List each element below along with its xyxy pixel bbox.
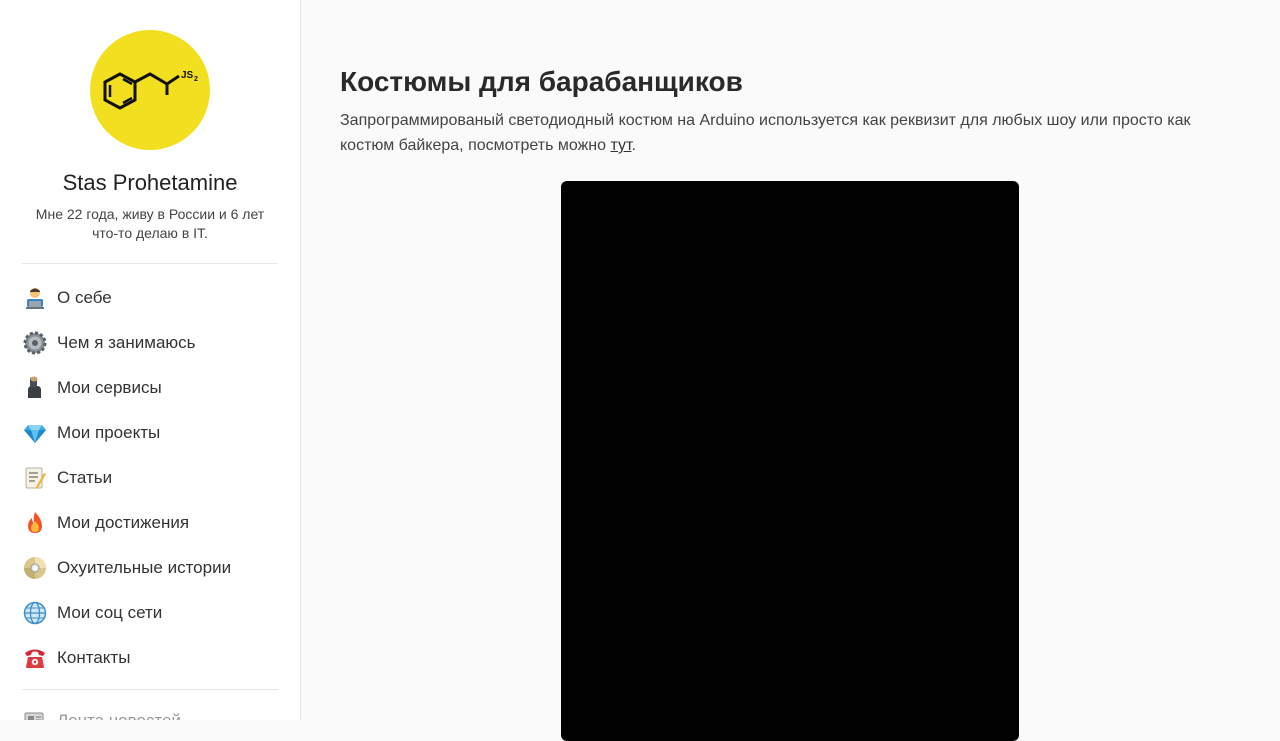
sidebar-nav: О себе Чем я занимаюсь Мои сервисы Мои п… <box>0 275 300 680</box>
flexed-biceps-icon <box>22 375 48 401</box>
sidebar-item-services[interactable]: Мои сервисы <box>0 365 300 410</box>
page-title: Костюмы для барабанщиков <box>340 66 743 97</box>
sidebar-item-news[interactable]: Лента новостей <box>0 698 300 720</box>
telephone-icon <box>22 645 48 671</box>
sidebar-item-label: Мои достижения <box>57 512 190 532</box>
js-molecule-logo-icon: JS 2 <box>103 70 198 110</box>
main-content: Костюмы для барабанщиков Запрограммирова… <box>340 60 1240 741</box>
description-text: Запрограммированый светодиодный костюм н… <box>340 112 1191 154</box>
sidebar-item-label: Мои проекты <box>57 422 161 442</box>
sidebar-item-contacts[interactable]: Контакты <box>0 635 300 680</box>
gear-icon <box>22 330 48 356</box>
sidebar-divider <box>22 689 278 690</box>
sidebar-item-label: Лента новостей <box>57 710 181 721</box>
sidebar-item-label: Чем я занимаюсь <box>57 332 196 352</box>
video-player[interactable] <box>561 181 1019 741</box>
sidebar-item-stories[interactable]: Охуительные истории <box>0 545 300 590</box>
sidebar: JS 2 Stas Prohetamine Мне 22 года, живу … <box>0 0 301 720</box>
sidebar-item-articles[interactable]: Статьи <box>0 455 300 500</box>
technologist-icon <box>22 285 48 311</box>
project-description: Запрограммированый светодиодный костюм н… <box>340 108 1210 158</box>
description-trailing: . <box>631 137 636 154</box>
sidebar-item-label: О себе <box>57 287 112 307</box>
sidebar-item-about[interactable]: О себе <box>0 275 300 320</box>
sidebar-item-socials[interactable]: Мои соц сети <box>0 590 300 635</box>
sidebar-item-label: Охуительные истории <box>57 557 232 577</box>
svg-text:JS: JS <box>181 70 194 81</box>
view-link[interactable]: тут <box>610 137 631 154</box>
globe-icon <box>22 600 48 626</box>
sidebar-item-achievements[interactable]: Мои достижения <box>0 500 300 545</box>
sidebar-item-label: Мои сервисы <box>57 377 162 397</box>
profile-bio: Мне 22 года, живу в России и 6 лет что-т… <box>35 206 265 241</box>
avatar[interactable]: JS 2 <box>90 30 210 150</box>
newspaper-icon <box>22 708 48 720</box>
svg-text:2: 2 <box>194 76 198 83</box>
memo-icon <box>22 465 48 491</box>
fire-icon <box>22 510 48 536</box>
sidebar-item-label: Мои соц сети <box>57 602 163 622</box>
profile-name: Stas Prohetamine <box>62 170 238 195</box>
sidebar-item-label: Контакты <box>57 647 131 667</box>
sidebar-item-what-i-do[interactable]: Чем я занимаюсь <box>0 320 300 365</box>
gem-icon <box>22 420 48 446</box>
sidebar-divider <box>22 263 278 264</box>
dvd-icon <box>22 555 48 581</box>
sidebar-item-projects[interactable]: Мои проекты <box>0 410 300 455</box>
sidebar-item-label: Статьи <box>57 467 113 487</box>
